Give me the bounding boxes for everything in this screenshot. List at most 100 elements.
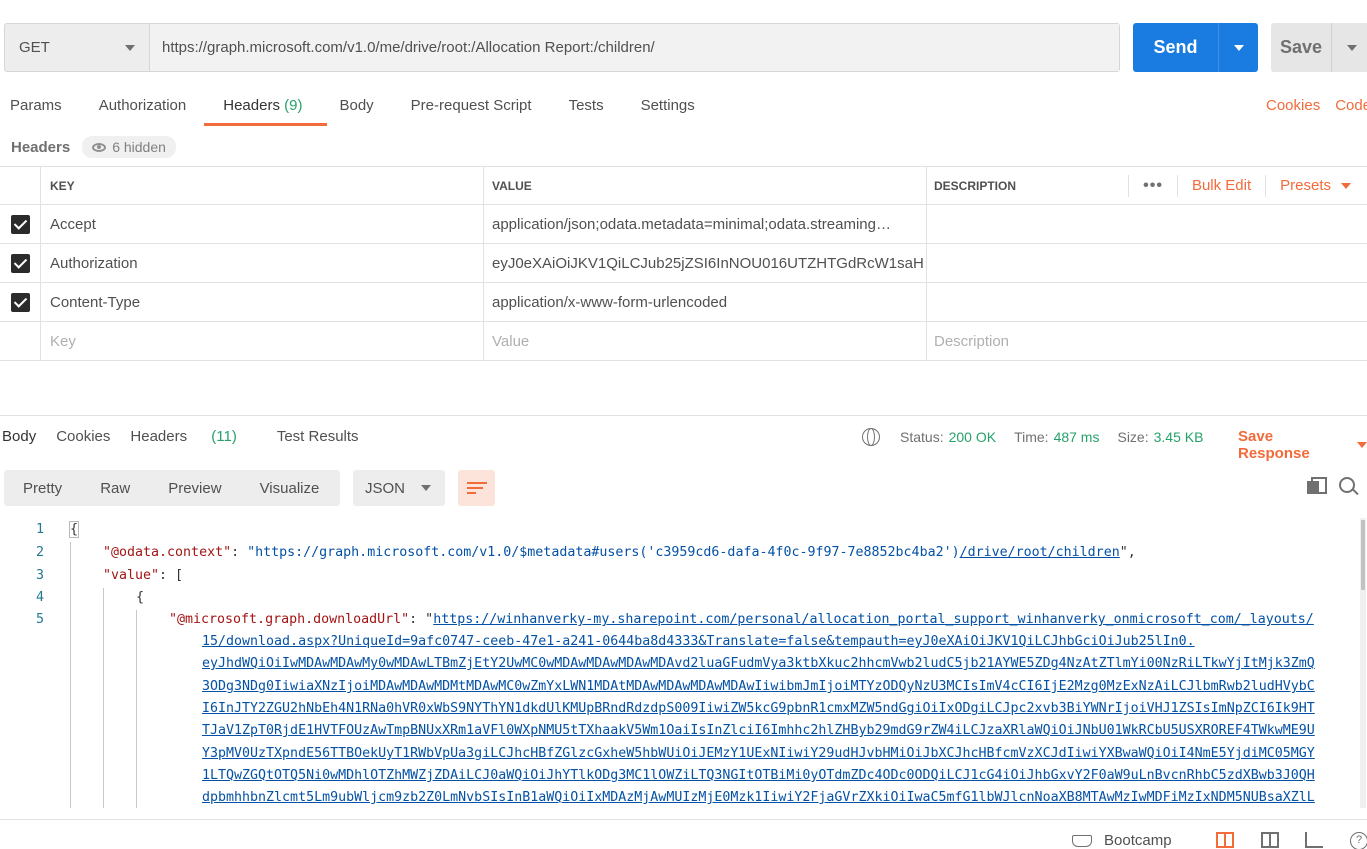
send-button[interactable]: Send [1133,23,1258,72]
header-description[interactable] [927,244,1367,282]
send-dropdown[interactable] [1219,23,1258,72]
row-checkbox[interactable] [10,292,30,312]
json-link-wrapped[interactable]: TJaV1ZpT0RjdE1HVTFOUzAwTmpBNUxXRm1aVFl0W… [202,723,1315,738]
response-body-code[interactable]: 1 2 3 4 5 { "@odata.context": "https://g… [0,518,1358,808]
bulk-edit-button[interactable]: Bulk Edit [1178,174,1267,197]
header-value[interactable]: application/x-www-form-urlencoded [484,283,927,321]
header-value[interactable]: eyJ0eXAiOiJKV1QiLCJub25jZSI6InNOU016UTZH… [484,244,927,282]
status-footer: Bootcamp ? [0,819,1367,849]
response-tab-cookies[interactable]: Cookies [56,428,110,445]
table-row: Authorization eyJ0eXAiOiJKV1QiLCJub25jZS… [0,244,1367,283]
json-link[interactable]: https://winhanverky-my.sharepoint.com/pe… [433,612,1314,627]
select-column [0,167,41,204]
help-icon[interactable]: ? [1350,832,1367,849]
response-status: Status: 200 OK Time: 487 ms Size: 3.45 KB [862,428,1221,446]
json-link-wrapped[interactable]: Y3pMV0UzTXpndE56TTBOekUyT1RWbVpUa3giLCJh… [202,746,1315,761]
view-pretty[interactable]: Pretty [4,480,81,497]
scrollbar-thumb[interactable] [1361,520,1365,590]
code-line-1: { [68,521,80,538]
json-punct: ", [1119,545,1136,560]
presets-button[interactable]: Presets [1266,177,1367,194]
header-description[interactable] [927,283,1367,321]
split-view-icon[interactable] [1261,832,1279,848]
row-checkbox-cell [0,205,41,243]
key-column-header: KEY [41,167,484,204]
response-tabs: Body Cookies Headers (11) Test Results [2,428,379,445]
new-description-input[interactable]: Description [927,322,1367,360]
json-link-wrapped[interactable]: dpbmhhbnZlcmt5Lm9ubWljcm9zb2Z0LmNvbSIsIn… [202,790,1315,805]
line-number: 3 [35,568,44,583]
bootcamp-button[interactable]: Bootcamp [1072,832,1172,849]
tab-settings[interactable]: Settings [641,92,695,126]
json-link-wrapped[interactable]: 15/download.aspx?UniqueId=9afc0747-ceeb-… [202,634,1195,649]
tab-headers[interactable]: Headers (9) [204,92,328,126]
header-key[interactable]: Content-Type [41,283,484,321]
tab-tests[interactable]: Tests [569,92,604,126]
value-column-header: VALUE [484,167,927,204]
json-link-wrapped[interactable]: I6InJTY2ZGU2hNbEh4N1RNa0hVR0xWbS9NYThYN1… [202,701,1315,716]
indent-guide [70,542,71,808]
table-tools: ••• Bulk Edit Presets [1128,167,1367,204]
headers-table: KEY VALUE DESCRIPTION ••• Bulk Edit Pres… [0,166,1367,361]
two-pane-view-icon[interactable] [1216,832,1234,848]
save-response-label: Save Response [1238,428,1310,462]
row-checkbox[interactable] [10,214,30,234]
row-checkbox-cell [0,322,41,360]
json-link-wrapped[interactable]: eyJhdWQiOiIwMDAwMDAwMy0wMDAwLTBmZjEtY2Uw… [202,656,1315,671]
table-row: Accept application/json;odata.metadata=m… [0,205,1367,244]
response-tab-test-results[interactable]: Test Results [277,428,359,445]
response-tab-headers-label: Headers [130,428,188,445]
response-headers-count: (11) [211,428,237,445]
chevron-down-icon [125,44,135,51]
copy-icon[interactable] [1307,477,1327,494]
bootcamp-label: Bootcamp [1104,832,1172,849]
view-visualize[interactable]: Visualize [241,480,339,497]
json-link-wrapped[interactable]: 1LTQwZGQtOTQ5Ni0wMDhlOTZhMWZjZDAiLCJ0aWQ… [202,768,1315,783]
globe-lock-icon[interactable] [862,428,880,446]
view-mode-bar: Pretty Raw Preview Visualize [4,470,340,506]
request-tabs: Params Authorization Headers (9) Body Pr… [10,92,732,126]
header-value[interactable]: application/json;odata.metadata=minimal;… [484,205,927,243]
response-tab-body[interactable]: Body [2,428,36,445]
header-key[interactable]: Authorization [41,244,484,282]
table-row: Content-Type application/x-www-form-urle… [0,283,1367,322]
tab-params[interactable]: Params [10,92,62,126]
line-number: 5 [35,612,44,627]
method-label: GET [19,39,50,56]
format-select[interactable]: JSON [353,470,445,506]
chevron-down-icon [1341,182,1351,189]
view-preview[interactable]: Preview [149,480,240,497]
header-description[interactable] [927,205,1367,243]
method-select[interactable]: GET [5,24,150,71]
new-value-input[interactable]: Value [484,322,927,360]
code-line-5: "@microsoft.graph.downloadUrl": "https:/… [169,612,1314,627]
code-link[interactable]: Code [1335,97,1367,114]
response-tab-headers[interactable]: Headers (11) [130,428,256,445]
json-key: "@microsoft.graph.downloadUrl" [169,612,410,627]
save-dropdown[interactable] [1332,23,1367,72]
wrap-lines-button[interactable] [458,470,495,506]
code-scrollbar[interactable] [1360,518,1366,808]
view-raw[interactable]: Raw [81,480,149,497]
json-link[interactable]: /drive/root/children [960,545,1120,560]
tab-authorization[interactable]: Authorization [99,92,187,126]
response-bar: Body Cookies Headers (11) Test Results S… [0,415,1367,462]
tab-pre-request-script[interactable]: Pre-request Script [411,92,532,126]
search-icon[interactable] [1339,477,1355,493]
status-label: Status: [900,429,944,445]
more-options-icon[interactable]: ••• [1128,174,1178,197]
tab-body[interactable]: Body [339,92,373,126]
new-key-input[interactable]: Key [41,322,484,360]
save-button[interactable]: Save [1271,23,1367,72]
line-number: 1 [35,522,44,537]
row-checkbox[interactable] [10,253,30,273]
url-input[interactable]: https://graph.microsoft.com/v1.0/me/driv… [150,24,1119,71]
code-line-3: "value": [ [103,568,183,583]
hidden-headers-toggle[interactable]: 6 hidden [82,136,176,158]
cookies-link[interactable]: Cookies [1266,97,1320,114]
header-key[interactable]: Accept [41,205,484,243]
hidden-count: 6 hidden [112,139,166,155]
json-link-wrapped[interactable]: 3ODg3NDg0IiwiaXNzIjoiMDAwMDAwMDMtMDAwMC0… [202,679,1315,694]
save-response-button[interactable]: Save Response [1238,428,1367,462]
runner-icon[interactable] [1305,832,1323,848]
